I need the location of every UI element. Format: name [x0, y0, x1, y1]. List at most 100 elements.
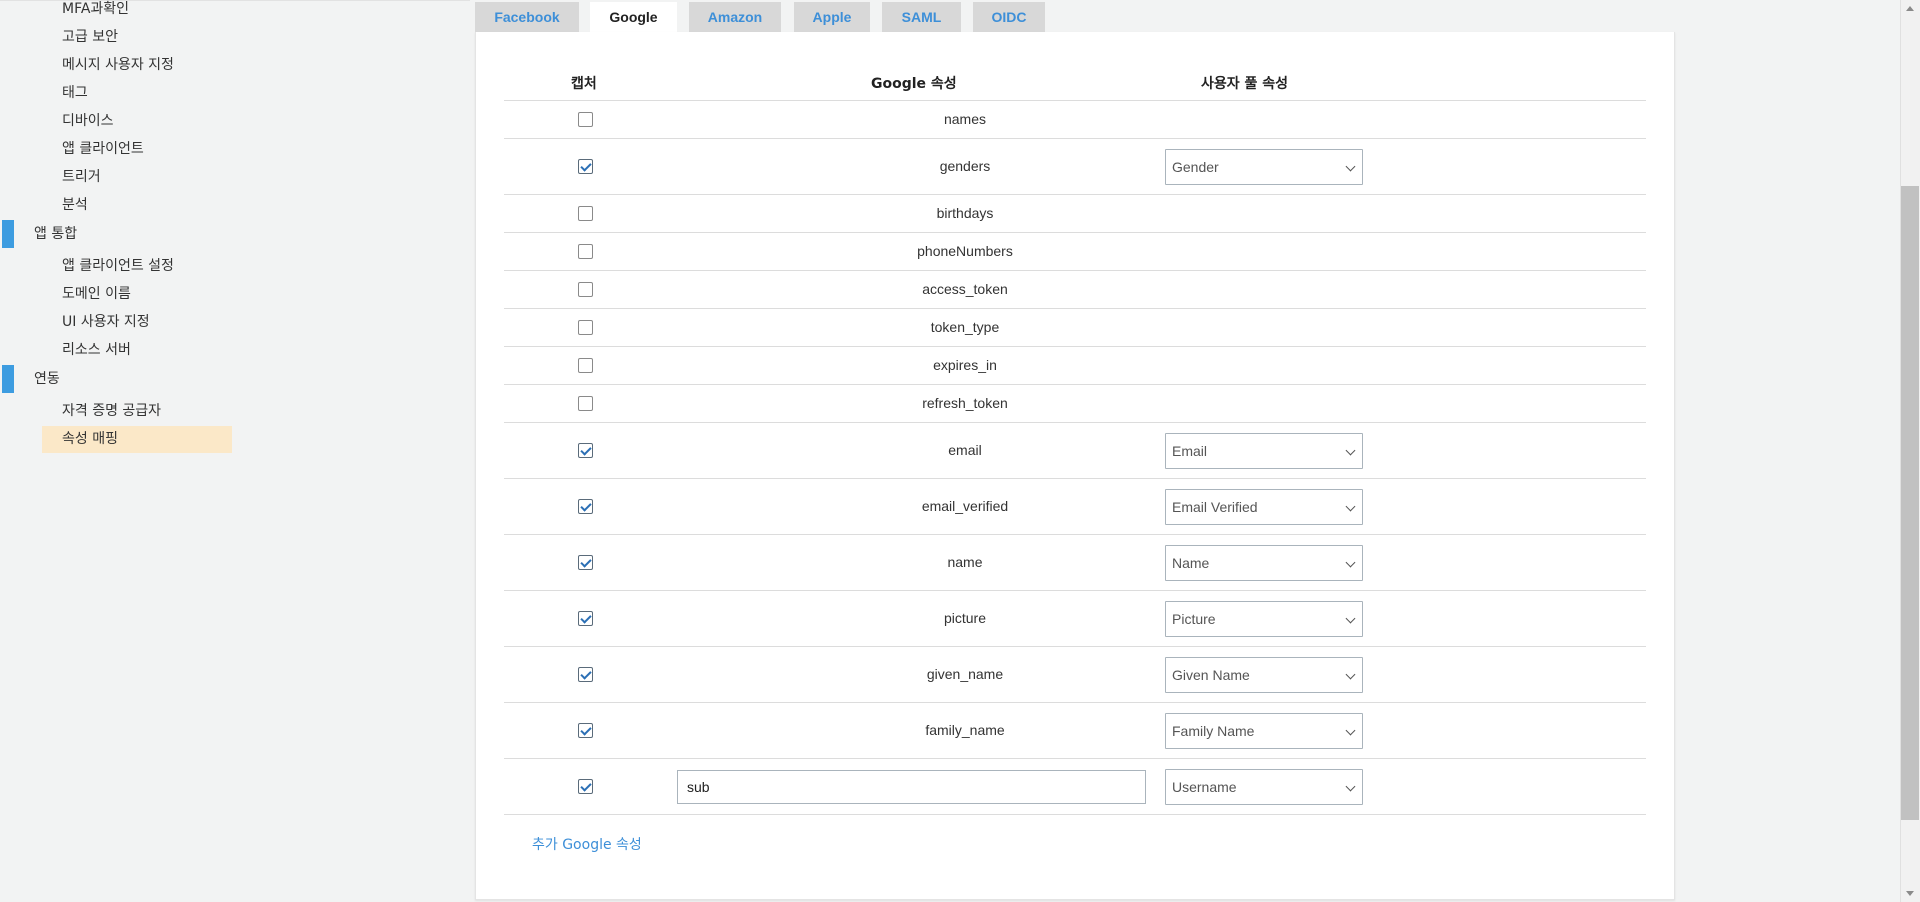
- capture-checkbox[interactable]: [578, 282, 593, 297]
- user-pool-attribute-select[interactable]: Username: [1165, 769, 1363, 805]
- google-attribute-name: token_type: [930, 319, 1000, 335]
- google-attribute-name: email: [948, 442, 982, 458]
- tab-google[interactable]: Google: [590, 2, 677, 32]
- google-attribute-name: family_name: [925, 722, 1005, 738]
- capture-checkbox[interactable]: [578, 206, 593, 221]
- chevron-down-icon: [1345, 445, 1356, 456]
- table-row: phoneNumbers: [504, 232, 1646, 270]
- capture-checkbox[interactable]: [578, 499, 593, 514]
- scrollbar-thumb[interactable]: [1901, 186, 1919, 820]
- table-row: genders Gender: [504, 138, 1646, 194]
- select-value: Email: [1172, 443, 1208, 459]
- table-row: token_type: [504, 308, 1646, 346]
- capture-checkbox[interactable]: [578, 244, 593, 259]
- chevron-down-icon: [1345, 613, 1356, 624]
- sidebar-section-app-integration[interactable]: 앱 통합: [0, 220, 300, 248]
- capture-checkbox[interactable]: [578, 112, 593, 127]
- header-user-pool-attribute: 사용자 풀 속성: [1201, 76, 1289, 92]
- chevron-down-icon: [1345, 725, 1356, 736]
- sidebar-item-tags[interactable]: 태그: [42, 80, 232, 107]
- google-attribute-name: name: [947, 554, 983, 570]
- table-row: expires_in: [504, 346, 1646, 384]
- chevron-down-icon: [1345, 669, 1356, 680]
- google-attribute-name: picture: [943, 610, 987, 626]
- table-row: name Name: [504, 534, 1646, 590]
- sidebar-item-app-client-settings[interactable]: 앱 클라이언트 설정: [42, 253, 232, 280]
- add-google-attribute-link[interactable]: 추가 Google 속성: [532, 834, 642, 854]
- user-pool-attribute-select[interactable]: Given Name: [1165, 657, 1363, 693]
- capture-checkbox[interactable]: [578, 358, 593, 373]
- sidebar-item-mfa[interactable]: MFA과확인: [42, 0, 232, 23]
- sidebar-item-message-customization[interactable]: 메시지 사용자 지정: [42, 52, 232, 79]
- user-pool-attribute-select[interactable]: Email Verified: [1165, 489, 1363, 525]
- sidebar-item-triggers[interactable]: 트리거: [42, 164, 232, 191]
- chevron-down-icon: [1345, 161, 1356, 172]
- sidebar-item-devices[interactable]: 디바이스: [42, 108, 232, 135]
- google-attribute-name: phoneNumbers: [917, 243, 1013, 259]
- user-pool-attribute-select[interactable]: Family Name: [1165, 713, 1363, 749]
- scroll-up-icon[interactable]: [1906, 6, 1914, 11]
- select-value: Email Verified: [1172, 499, 1258, 515]
- sidebar-section-label: 연동: [34, 371, 60, 387]
- sidebar-item-identity-providers[interactable]: 자격 증명 공급자: [42, 398, 232, 425]
- google-attribute-name: access_token: [922, 281, 1008, 297]
- sidebar-section-federation[interactable]: 연동: [0, 365, 300, 393]
- chevron-down-icon: [1345, 781, 1356, 792]
- google-attribute-name: email_verified: [921, 498, 1009, 514]
- tab-saml[interactable]: SAML: [882, 2, 961, 32]
- capture-checkbox[interactable]: [578, 667, 593, 682]
- table-row: birthdays: [504, 194, 1646, 232]
- capture-checkbox[interactable]: [578, 159, 593, 174]
- tab-facebook[interactable]: Facebook: [475, 2, 579, 32]
- capture-checkbox[interactable]: [578, 555, 593, 570]
- table-row: refresh_token: [504, 384, 1646, 422]
- google-attribute-name: birthdays: [936, 205, 994, 221]
- sidebar-item-advanced-security[interactable]: 고급 보안: [42, 24, 232, 51]
- sidebar-item-ui-customization[interactable]: UI 사용자 지정: [42, 309, 232, 336]
- capture-checkbox[interactable]: [578, 443, 593, 458]
- capture-checkbox[interactable]: [578, 611, 593, 626]
- section-marker: [2, 220, 14, 248]
- user-pool-attribute-select[interactable]: Email: [1165, 433, 1363, 469]
- table-row: sub Username: [504, 758, 1646, 814]
- capture-checkbox[interactable]: [578, 320, 593, 335]
- google-attribute-name: names: [943, 111, 987, 127]
- google-attribute-name: given_name: [926, 666, 1004, 682]
- section-marker: [2, 365, 14, 393]
- sidebar-item-resource-servers[interactable]: 리소스 서버: [42, 337, 232, 364]
- chevron-down-icon: [1345, 557, 1356, 568]
- sidebar: MFA과확인 고급 보안 메시지 사용자 지정 태그 디바이스 앱 클라이언트 …: [0, 0, 470, 902]
- tab-oidc[interactable]: OIDC: [973, 2, 1045, 32]
- sidebar-item-attribute-mapping[interactable]: 속성 매핑: [42, 426, 232, 453]
- sidebar-item-analytics[interactable]: 분석: [42, 192, 232, 219]
- scroll-down-icon[interactable]: [1906, 891, 1914, 896]
- table-row: picture Picture: [504, 590, 1646, 646]
- table-row: given_name Given Name: [504, 646, 1646, 702]
- table-row: email Email: [504, 422, 1646, 478]
- table-row: family_name Family Name: [504, 702, 1646, 758]
- capture-checkbox[interactable]: [578, 396, 593, 411]
- select-value: Given Name: [1172, 667, 1250, 683]
- chevron-down-icon: [1345, 501, 1356, 512]
- select-value: Name: [1172, 555, 1210, 571]
- tab-amazon[interactable]: Amazon: [689, 2, 781, 32]
- custom-attribute-input[interactable]: sub: [677, 770, 1146, 804]
- table-row: email_verified Email Verified: [504, 478, 1646, 534]
- header-capture: 캡처: [571, 76, 597, 92]
- header-google-attribute: Google 속성: [871, 76, 957, 92]
- divider: [504, 814, 1646, 815]
- user-pool-attribute-select[interactable]: Name: [1165, 545, 1363, 581]
- user-pool-attribute-select[interactable]: Picture: [1165, 601, 1363, 637]
- tab-apple[interactable]: Apple: [794, 2, 870, 32]
- sidebar-section-label: 앱 통합: [34, 226, 78, 242]
- capture-checkbox[interactable]: [578, 779, 593, 794]
- sidebar-item-app-clients[interactable]: 앱 클라이언트: [42, 136, 232, 163]
- select-value: Picture: [1172, 611, 1216, 627]
- sidebar-item-domain-name[interactable]: 도메인 이름: [42, 281, 232, 308]
- select-value: Username: [1172, 779, 1237, 795]
- google-attribute-name: refresh_token: [922, 395, 1008, 411]
- capture-checkbox[interactable]: [578, 723, 593, 738]
- user-pool-attribute-select[interactable]: Gender: [1165, 149, 1363, 185]
- select-value: Family Name: [1172, 723, 1255, 739]
- select-value: Gender: [1172, 159, 1219, 175]
